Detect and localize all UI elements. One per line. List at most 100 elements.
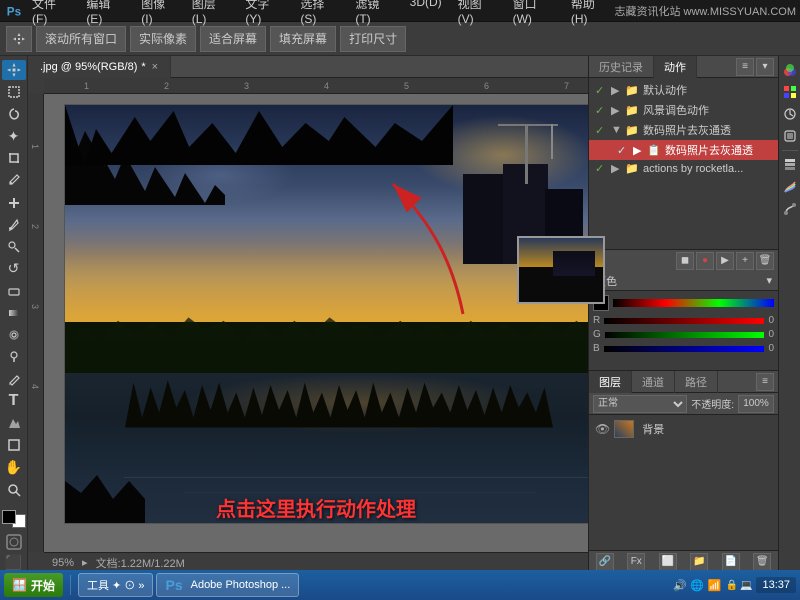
- start-button[interactable]: 🪟 开始: [4, 573, 63, 597]
- action-item-3[interactable]: ✓ ▶ 📋 数码照片去灰通透: [589, 140, 778, 160]
- marquee-tool[interactable]: [2, 82, 26, 102]
- tab-close-icon[interactable]: ×: [152, 61, 158, 73]
- color-swatches[interactable]: [2, 510, 26, 528]
- menu-window[interactable]: 窗口(W): [509, 0, 559, 26]
- history-actions-panel: 历史记录 动作 ≡ ▾ ✓ ▶ 📁 默认动作 ✓: [589, 56, 778, 271]
- layer-name[interactable]: 背景: [642, 421, 664, 437]
- text-tool[interactable]: T: [2, 391, 26, 411]
- action-label-1: 风景调色动作: [643, 102, 772, 118]
- action-expand-3[interactable]: ▶: [633, 144, 645, 157]
- panel-icon-styles[interactable]: [780, 126, 800, 146]
- action-expand-2[interactable]: ▼: [611, 124, 623, 136]
- action-item-1[interactable]: ✓ ▶ 📁 风景调色动作: [589, 100, 778, 120]
- panel-icon-adjustments[interactable]: [780, 104, 800, 124]
- blur-tool[interactable]: [2, 325, 26, 345]
- link-layers-btn[interactable]: 🔗: [596, 553, 614, 571]
- panel-icon-paths[interactable]: [780, 199, 800, 219]
- shape-tool[interactable]: [2, 435, 26, 455]
- action-item-0[interactable]: ✓ ▶ 📁 默认动作: [589, 80, 778, 100]
- print-size-btn[interactable]: 打印尺寸: [340, 26, 406, 52]
- taskbar-ps-label: Adobe Photoshop ...: [191, 579, 291, 591]
- panel-icon-color[interactable]: [780, 60, 800, 80]
- scroll-all-windows-btn[interactable]: 滚动所有窗口: [36, 26, 126, 52]
- lasso-tool[interactable]: [2, 104, 26, 124]
- menu-layer[interactable]: 图层(L): [188, 0, 234, 26]
- panel-menu-btn[interactable]: ≡: [736, 58, 754, 76]
- menu-image[interactable]: 图像(I): [137, 0, 179, 26]
- thumbnail-preview: [517, 236, 605, 304]
- action-expand-0[interactable]: ▶: [611, 84, 623, 97]
- red-arrow-annotation: [373, 164, 493, 324]
- far-right-strip: [778, 56, 800, 572]
- action-folder-0: 📁: [625, 84, 639, 97]
- menu-select[interactable]: 选择(S): [296, 0, 343, 26]
- new-group-btn[interactable]: 📁: [690, 553, 708, 571]
- taskbar-ps[interactable]: Ps Adobe Photoshop ...: [156, 573, 299, 597]
- color-panel-collapse[interactable]: ▾: [766, 274, 772, 287]
- healing-tool[interactable]: [2, 192, 26, 212]
- menu-help[interactable]: 帮助(H): [567, 0, 615, 26]
- panel-icon-channels[interactable]: [780, 177, 800, 197]
- new-layer-btn[interactable]: 📄: [722, 553, 740, 571]
- clone-stamp-tool[interactable]: [2, 237, 26, 257]
- fill-screen-btn[interactable]: 填充屏幕: [270, 26, 336, 52]
- brush-tool[interactable]: [2, 215, 26, 235]
- color-panel: 颜色 ▾ R0 G0 B0: [589, 271, 778, 371]
- gradient-tool[interactable]: [2, 303, 26, 323]
- hand-tool[interactable]: ✋: [2, 457, 26, 477]
- menu-file[interactable]: 文件(F): [28, 0, 74, 26]
- action-item-2[interactable]: ✓ ▼ 📁 数码照片去灰通透: [589, 120, 778, 140]
- move-tool[interactable]: [2, 60, 26, 80]
- annotation-text: 点击这里执行动作处理: [216, 499, 416, 521]
- action-item-4[interactable]: ✓ ▶ 📁 actions by rocketla...: [589, 160, 778, 177]
- opacity-input[interactable]: [738, 395, 774, 413]
- eraser-tool[interactable]: [2, 281, 26, 301]
- stop-btn[interactable]: ◼: [676, 252, 694, 270]
- layers-tab[interactable]: 图层: [589, 371, 632, 393]
- delete-action-btn[interactable]: 🗑: [756, 252, 774, 270]
- record-btn[interactable]: ●: [696, 252, 714, 270]
- menu-text[interactable]: 文字(Y): [241, 0, 288, 26]
- eyedropper-tool[interactable]: [2, 170, 26, 190]
- zoom-tool[interactable]: [2, 479, 26, 499]
- dodge-tool[interactable]: [2, 347, 26, 367]
- crop-tool[interactable]: [2, 148, 26, 168]
- layer-item-bg[interactable]: 👁 背景: [591, 417, 776, 441]
- add-style-btn[interactable]: Fx: [627, 553, 645, 571]
- history-brush-tool[interactable]: ↺: [2, 259, 26, 279]
- actual-pixels-btn[interactable]: 实际像素: [130, 26, 196, 52]
- blend-mode-select[interactable]: 正常: [593, 395, 687, 413]
- horizontal-ruler: 1 2 3 4 5 6 7: [44, 78, 588, 94]
- layers-menu-btn[interactable]: ≡: [756, 373, 774, 391]
- magic-wand-tool[interactable]: ✦: [2, 126, 26, 146]
- paths-tab[interactable]: 路径: [675, 371, 718, 393]
- layer-visibility-icon[interactable]: 👁: [595, 422, 610, 436]
- menu-filter[interactable]: 滤镜(T): [351, 0, 397, 26]
- panel-collapse-btn[interactable]: ▾: [756, 58, 774, 76]
- panel-icon-swatches[interactable]: [780, 82, 800, 102]
- new-action-btn[interactable]: +: [736, 252, 754, 270]
- document-modified-marker: *: [141, 61, 145, 73]
- taskbar-tools[interactable]: 工具 ✦ ⊙ »: [78, 573, 154, 597]
- panel-icon-layers[interactable]: [780, 155, 800, 175]
- menu-edit[interactable]: 编辑(E): [82, 0, 129, 26]
- history-tab[interactable]: 历史记录: [589, 56, 654, 78]
- menu-view[interactable]: 视图(V): [454, 0, 501, 26]
- delete-layer-btn[interactable]: 🗑: [753, 553, 771, 571]
- pen-tool[interactable]: [2, 369, 26, 389]
- fit-screen-btn[interactable]: 适合屏幕: [200, 26, 266, 52]
- actions-list: ✓ ▶ 📁 默认动作 ✓ ▶ 📁 风景调色动作 ✓ ▼ 📁 数码照: [589, 78, 778, 249]
- quick-mask-btn[interactable]: [5, 534, 23, 550]
- document-tab[interactable]: .jpg @ 95%(RGB/8) * ×: [28, 56, 171, 78]
- canvas-container[interactable]: 点击这里执行动作处理: [44, 94, 588, 552]
- menu-3d[interactable]: 3D(D): [406, 0, 446, 26]
- channels-tab[interactable]: 通道: [632, 371, 675, 393]
- action-check-3: ✓: [617, 144, 631, 157]
- play-btn[interactable]: ▶: [716, 252, 734, 270]
- action-expand-1[interactable]: ▶: [611, 104, 623, 117]
- move-tool-icon[interactable]: [6, 26, 32, 52]
- action-expand-4[interactable]: ▶: [611, 162, 623, 175]
- actions-tab[interactable]: 动作: [654, 56, 697, 78]
- path-select-tool[interactable]: [2, 413, 26, 433]
- add-mask-btn[interactable]: ⬜: [659, 553, 677, 571]
